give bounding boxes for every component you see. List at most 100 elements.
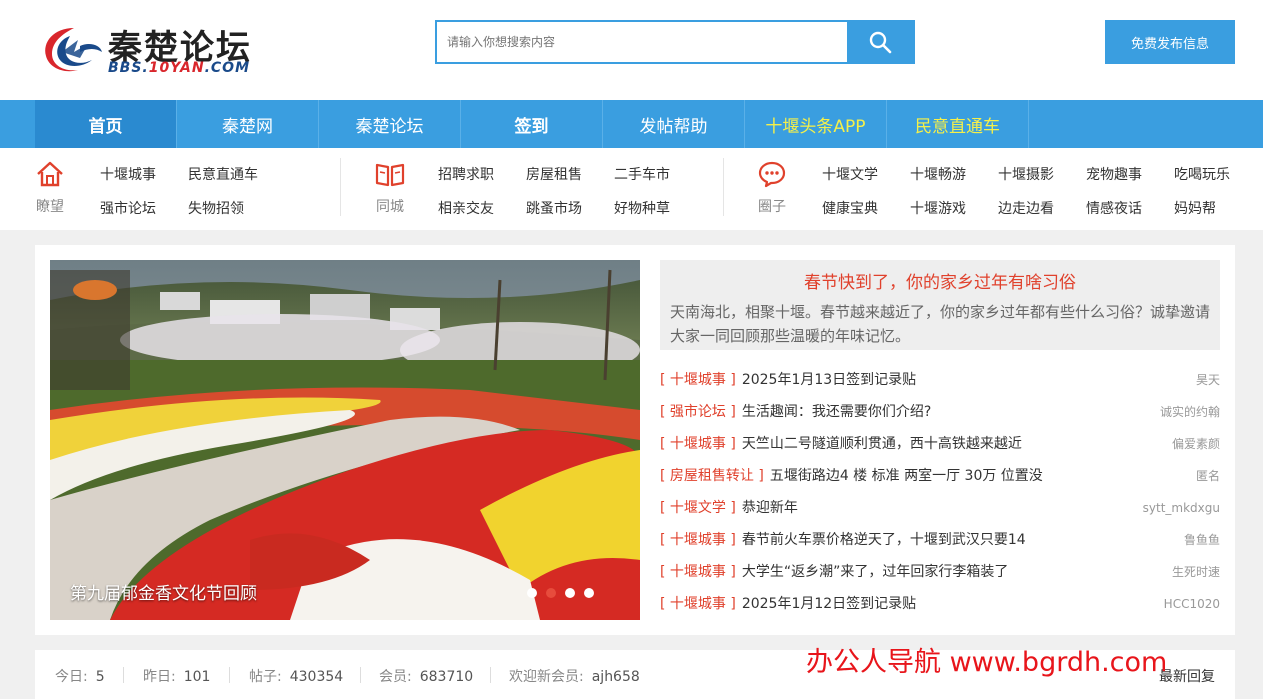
nav-public-opinion[interactable]: 民意直通车: [887, 100, 1029, 148]
news-title[interactable]: 天竺山二号隧道顺利贯通，西十高铁越来越近: [742, 436, 1022, 452]
image-slider[interactable]: 第九届郁金香文化节回顾: [50, 260, 640, 620]
stat-members: 会员: 683710: [379, 669, 474, 685]
news-author[interactable]: 昊天: [1196, 364, 1220, 396]
divider: [123, 667, 124, 683]
category-group-watch[interactable]: 瞭望: [30, 160, 70, 216]
news-author[interactable]: sytt_mkdxgu: [1143, 492, 1220, 524]
search-box: [435, 20, 915, 64]
list-item: [ 强市论坛 ] 生活趣闻：我还需要你们介绍? 诚实的约翰: [660, 396, 1220, 428]
news-title[interactable]: 大学生“返乡潮”来了，过年回家行李箱装了: [742, 564, 1009, 580]
book-icon: [375, 163, 405, 187]
featured-title[interactable]: 春节快到了，你的家乡过年有啥习俗: [660, 268, 1220, 293]
search-input[interactable]: [437, 22, 847, 62]
news-category[interactable]: [ 强市论坛 ]: [660, 404, 736, 420]
news-author[interactable]: 诚实的约翰: [1160, 396, 1220, 428]
news-title[interactable]: 五堰街路边4 楼 标准 两室一厅 30万 位置没: [770, 468, 1043, 484]
news-author[interactable]: 匿名: [1196, 460, 1220, 492]
stat-today: 今日: 5: [55, 669, 105, 685]
news-author[interactable]: 偏爱素颜: [1172, 428, 1220, 460]
main-nav: 首页 秦楚网 秦楚论坛 签到 发帖帮助 十堰头条APP 民意直通车: [0, 100, 1263, 148]
category-link[interactable]: 健康宝典: [822, 198, 878, 218]
list-item: [ 十堰城事 ] 天竺山二号隧道顺利贯通，西十高铁越来越近 偏爱素颜: [660, 428, 1220, 460]
category-link[interactable]: 好物种草: [614, 198, 670, 218]
category-link[interactable]: 妈妈帮: [1174, 198, 1216, 218]
stat-posts: 帖子: 430354: [249, 669, 344, 685]
slider-dots: [527, 588, 594, 598]
news-author[interactable]: 生死时速: [1172, 556, 1220, 588]
news-title[interactable]: 2025年1月13日签到记录贴: [742, 372, 916, 388]
nav-qinchu-forum[interactable]: 秦楚论坛: [319, 100, 461, 148]
category-link[interactable]: 房屋租售: [526, 164, 582, 184]
nav-home[interactable]: 首页: [35, 100, 177, 148]
news-author[interactable]: 鲁鱼鱼: [1184, 524, 1220, 556]
main-panel: 第九届郁金香文化节回顾 春节快到了，你的家乡过年有啥习俗 天南海北，相聚十堰。春…: [35, 245, 1235, 635]
category-group-circle[interactable]: 圈子: [752, 160, 792, 216]
featured-description: 天南海北，相聚十堰。春节越来越近了，你的家乡过年都有些什么习俗？诚挚邀请大家一同…: [670, 303, 1211, 345]
latest-reply-link[interactable]: 最新回复: [1159, 666, 1215, 686]
slider-dot[interactable]: [546, 588, 556, 598]
nav-qinchu-site[interactable]: 秦楚网: [177, 100, 319, 148]
category-link[interactable]: 十堰城事: [100, 164, 156, 184]
news-category[interactable]: [ 十堰城事 ]: [660, 564, 736, 580]
category-bar: 瞭望 十堰城事 民意直通车 强市论坛 失物招领 同城 招聘求职 房屋租售 二手车…: [0, 148, 1263, 230]
divider: [723, 158, 724, 216]
news-title[interactable]: 生活趣闻：我还需要你们介绍?: [742, 404, 931, 420]
nav-checkin[interactable]: 签到: [461, 100, 603, 148]
slider-caption[interactable]: 第九届郁金香文化节回顾: [70, 579, 257, 604]
category-link[interactable]: 十堰游戏: [910, 198, 966, 218]
category-link[interactable]: 相亲交友: [438, 198, 494, 218]
list-item: [ 十堰城事 ] 2025年1月12日签到记录贴 HCC1020: [660, 588, 1220, 620]
list-item: [ 十堰城事 ] 大学生“返乡潮”来了，过年回家行李箱装了 生死时速: [660, 556, 1220, 588]
divider: [490, 667, 491, 683]
category-link[interactable]: 跳蚤市场: [526, 198, 582, 218]
slider-dot[interactable]: [584, 588, 594, 598]
featured-topic: 春节快到了，你的家乡过年有啥习俗 天南海北，相聚十堰。春节越来越近了，你的家乡过…: [660, 260, 1220, 350]
news-title[interactable]: 春节前火车票价格逆天了，十堰到武汉只要14: [742, 532, 1026, 548]
site-logo[interactable]: 秦楚论坛 BBS.10YAN.COM: [40, 20, 260, 80]
list-item: [ 十堰城事 ] 2025年1月13日签到记录贴 昊天: [660, 364, 1220, 396]
category-link[interactable]: 边走边看: [998, 198, 1054, 218]
list-item: [ 房屋租售转让 ] 五堰街路边4 楼 标准 两室一厅 30万 位置没 匿名: [660, 460, 1220, 492]
slider-dot[interactable]: [565, 588, 575, 598]
news-author[interactable]: HCC1020: [1164, 588, 1220, 620]
news-category[interactable]: [ 十堰城事 ]: [660, 596, 736, 612]
divider: [360, 667, 361, 683]
news-category[interactable]: [ 十堰城事 ]: [660, 372, 736, 388]
stat-newest-member: 欢迎新会员: ajh658: [509, 669, 640, 685]
category-label: 圈子: [758, 199, 786, 215]
nav-post-help[interactable]: 发帖帮助: [603, 100, 745, 148]
category-link[interactable]: 情感夜话: [1086, 198, 1142, 218]
divider: [340, 158, 341, 216]
logo-mark-icon: [45, 28, 102, 72]
category-group-local[interactable]: 同城: [370, 160, 410, 216]
category-link[interactable]: 招聘求职: [438, 164, 494, 184]
free-post-button[interactable]: 免费发布信息: [1105, 20, 1235, 64]
news-category[interactable]: [ 十堰城事 ]: [660, 532, 736, 548]
nav-headline-app[interactable]: 十堰头条APP: [745, 100, 887, 148]
news-category[interactable]: [ 十堰城事 ]: [660, 436, 736, 452]
logo-subtitle: BBS.10YAN.COM: [108, 60, 251, 76]
news-title[interactable]: 2025年1月12日签到记录贴: [742, 596, 916, 612]
search-button[interactable]: [847, 22, 913, 62]
divider: [229, 667, 230, 683]
category-link[interactable]: 失物招领: [188, 198, 244, 218]
slider-dot[interactable]: [527, 588, 537, 598]
category-link[interactable]: 民意直通车: [188, 164, 258, 184]
newest-member-link[interactable]: ajh658: [592, 669, 640, 685]
chat-icon: [758, 161, 786, 188]
news-category[interactable]: [ 房屋租售转让 ]: [660, 468, 764, 484]
news-category[interactable]: [ 十堰文学 ]: [660, 500, 736, 516]
list-item: [ 十堰城事 ] 春节前火车票价格逆天了，十堰到武汉只要14 鲁鱼鱼: [660, 524, 1220, 556]
category-link[interactable]: 宠物趣事: [1086, 164, 1142, 184]
header: 秦楚论坛 BBS.10YAN.COM 免费发布信息: [0, 0, 1263, 100]
category-label: 瞭望: [36, 199, 64, 215]
category-link[interactable]: 十堰文学: [822, 164, 878, 184]
search-icon: [869, 31, 892, 54]
news-title[interactable]: 恭迎新年: [742, 500, 798, 516]
category-link[interactable]: 二手车市: [614, 164, 670, 184]
category-link[interactable]: 吃喝玩乐: [1174, 164, 1230, 184]
category-link[interactable]: 十堰畅游: [910, 164, 966, 184]
tulip-garden-photo: [50, 260, 640, 620]
category-link[interactable]: 十堰摄影: [998, 164, 1054, 184]
category-link[interactable]: 强市论坛: [100, 198, 156, 218]
